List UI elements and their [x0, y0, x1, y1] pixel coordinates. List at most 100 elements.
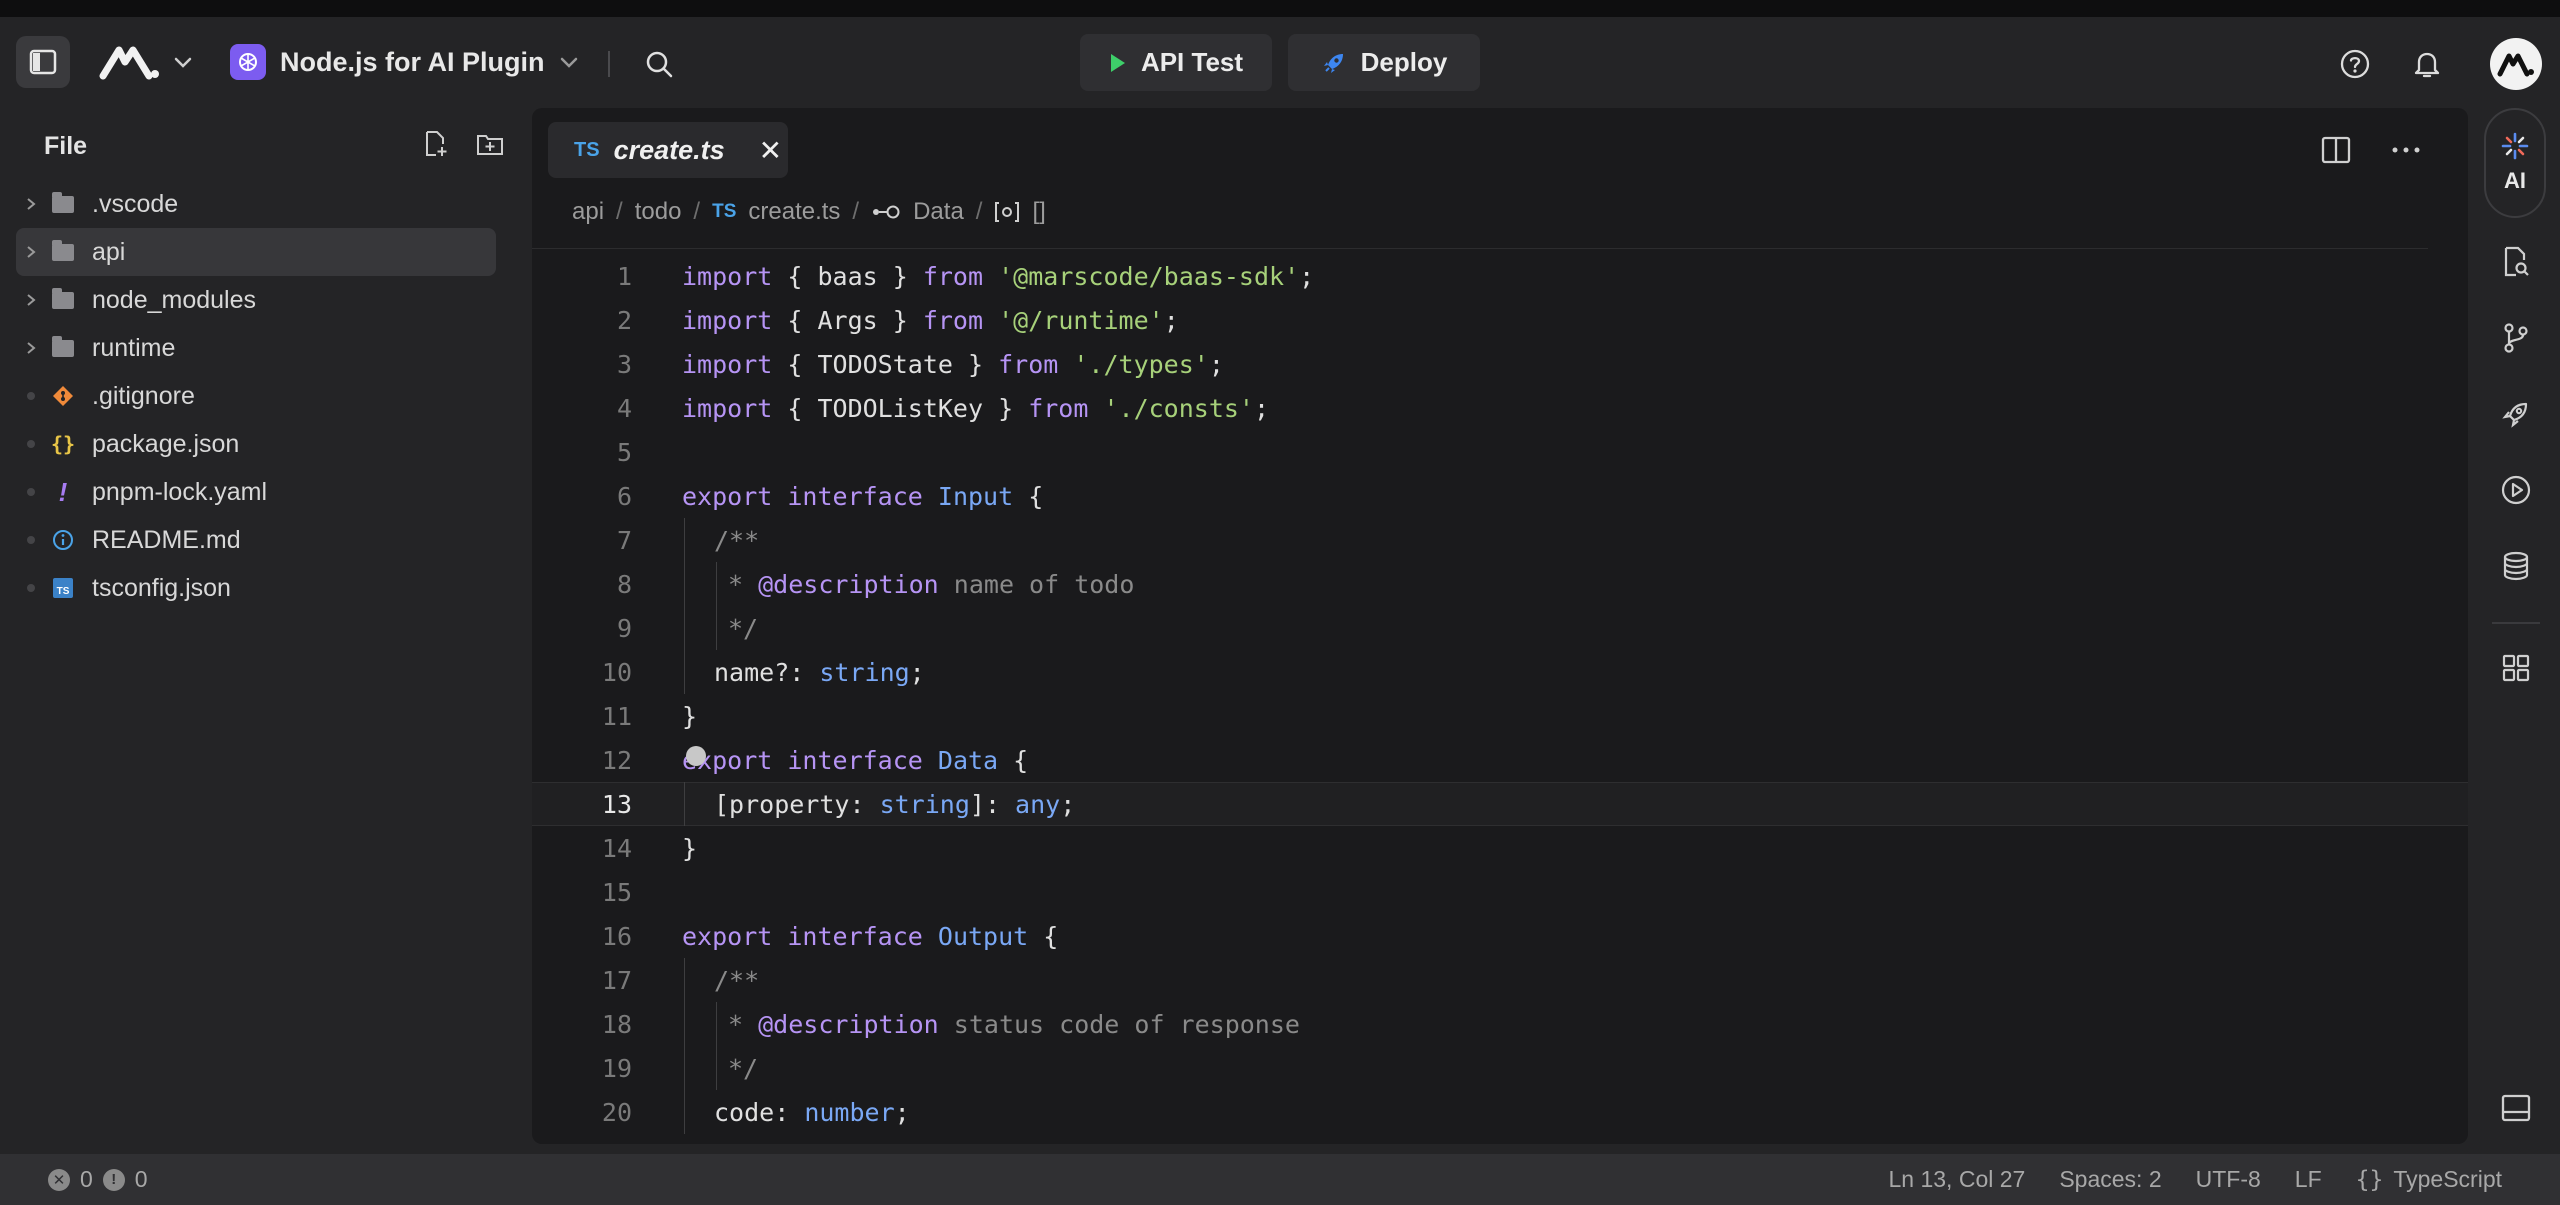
code-line: 1 import { baas } from '@marscode/baas-s… — [532, 254, 2468, 298]
header-divider — [608, 51, 610, 77]
tree-item-api[interactable]: api — [16, 228, 496, 276]
tree-item-pnpm-lock[interactable]: ! pnpm-lock.yaml — [16, 468, 496, 516]
tree-item-label: node_modules — [92, 285, 257, 314]
line-number: 7 — [616, 525, 632, 555]
breadcrumb-item[interactable]: create.ts — [748, 198, 840, 226]
language-label: TypeScript — [2393, 1166, 2502, 1192]
sidebar-toggle-button[interactable] — [16, 36, 70, 88]
code-text: import { TODOState } from './types'; — [682, 349, 1224, 379]
line-number: 10 — [601, 657, 632, 687]
code-area[interactable]: 1 import { baas } from '@marscode/baas-s… — [532, 254, 2468, 1134]
code-line: 18 * @description status code of respons… — [532, 1002, 2468, 1046]
file-search-button[interactable] — [2496, 242, 2536, 282]
run-panel-button[interactable] — [2496, 470, 2536, 510]
tree-item-label: README.md — [92, 525, 241, 554]
tree-item-label: .vscode — [92, 189, 179, 218]
tree-item-node-modules[interactable]: node_modules — [16, 276, 496, 324]
ts-badge: TS — [712, 201, 737, 222]
breadcrumb-item[interactable]: Data — [913, 198, 964, 226]
database-button[interactable] — [2496, 546, 2536, 586]
user-avatar[interactable] — [2490, 38, 2542, 90]
deploy-panel-button[interactable] — [2496, 394, 2536, 434]
new-folder-icon — [477, 135, 503, 155]
close-icon[interactable]: ✕ — [759, 134, 782, 167]
top-header: Node.js for AI Plugin API Test Deploy — [0, 17, 2560, 108]
tree-item-tsconfig[interactable]: TS tsconfig.json — [16, 564, 496, 612]
code-line: 8 * @description name of todo — [532, 562, 2468, 606]
error-count: 0 — [80, 1166, 93, 1192]
help-button[interactable] — [2332, 41, 2378, 87]
ellipsis-icon — [2392, 147, 2420, 153]
code-line: 10 name?: string; — [532, 650, 2468, 694]
indent-guide — [716, 562, 717, 606]
search-button[interactable] — [636, 41, 682, 87]
tree-item-gitignore[interactable]: .gitignore — [16, 372, 496, 420]
lightbulb-icon[interactable] — [686, 746, 706, 766]
api-test-button[interactable]: API Test — [1080, 34, 1272, 91]
breadcrumb-separator: / — [852, 198, 860, 225]
breadcrumb-item[interactable]: [] — [1032, 198, 1045, 226]
bullet-icon — [16, 392, 46, 400]
code-editor: TS create.ts ✕ api / todo / TS create.ts… — [532, 108, 2468, 1144]
indent-guide — [684, 1090, 685, 1134]
tree-item-label: api — [92, 237, 126, 266]
deploy-button[interactable]: Deploy — [1288, 34, 1480, 91]
line-number: 20 — [601, 1097, 632, 1127]
more-actions-button[interactable] — [2386, 130, 2426, 170]
new-file-button[interactable] — [418, 126, 454, 162]
cursor-position[interactable]: Ln 13, Col 27 — [1889, 1166, 2026, 1193]
line-ending[interactable]: LF — [2295, 1166, 2322, 1193]
json-icon: {} — [50, 432, 76, 456]
tree-item-readme[interactable]: README.md — [16, 516, 496, 564]
ai-label: AI — [2504, 168, 2526, 193]
tree-item-vscode[interactable]: .vscode — [16, 180, 496, 228]
problems-indicator[interactable]: ✕ 0 ! 0 — [48, 1166, 148, 1193]
code-line: 20 code: number; — [532, 1090, 2468, 1134]
breadcrumb-item[interactable]: todo — [635, 198, 682, 226]
code-text: */ — [728, 613, 759, 643]
indentation[interactable]: Spaces: 2 — [2059, 1166, 2161, 1193]
chevron-down-icon — [174, 57, 192, 68]
code-text: * @description status code of response — [728, 1009, 1300, 1039]
indent-guide — [716, 1046, 717, 1090]
code-text: * @description name of todo — [728, 569, 1135, 599]
play-circle-icon — [2501, 475, 2531, 505]
new-folder-button[interactable] — [472, 126, 508, 162]
line-number: 12 — [601, 745, 632, 775]
folder-icon — [46, 191, 80, 213]
language-mode[interactable]: {} TypeScript — [2356, 1166, 2502, 1193]
help-circle-icon — [2340, 49, 2370, 79]
line-number: 13 — [601, 789, 632, 819]
encoding[interactable]: UTF-8 — [2196, 1166, 2261, 1193]
code-line: 2 import { Args } from '@/runtime'; — [532, 298, 2468, 342]
code-line: 17 /** — [532, 958, 2468, 1002]
ai-assistant-button[interactable]: AI — [2484, 108, 2546, 218]
warning-count: 0 — [134, 1166, 148, 1192]
warning-icon: ! — [102, 1168, 125, 1191]
chevron-right-icon — [16, 340, 46, 356]
tree-item-package-json[interactable]: {} package.json — [16, 420, 496, 468]
project-selector[interactable]: Node.js for AI Plugin — [230, 39, 579, 85]
extensions-button[interactable] — [2496, 648, 2536, 688]
indent-guide — [684, 650, 685, 694]
tree-item-runtime[interactable]: runtime — [16, 324, 496, 372]
info-icon — [46, 529, 80, 551]
indent-guide — [684, 1046, 685, 1090]
toggle-panel-button[interactable] — [2496, 1088, 2536, 1128]
source-control-button[interactable] — [2496, 318, 2536, 358]
notifications-button[interactable] — [2404, 41, 2450, 87]
breadcrumb-divider — [532, 248, 2428, 249]
line-number: 8 — [616, 569, 632, 599]
yaml-icon: ! — [58, 476, 68, 507]
code-text: [property: string]: any; — [714, 789, 1076, 819]
split-editor-button[interactable] — [2316, 130, 2356, 170]
file-tree: .vscode api node_modules runtime .gitign… — [16, 180, 496, 612]
status-right: Ln 13, Col 27 Spaces: 2 UTF-8 LF {} Type… — [1889, 1166, 2503, 1193]
rocket-icon — [1323, 53, 1343, 73]
line-number: 15 — [601, 877, 632, 907]
editor-tab-create-ts[interactable]: TS create.ts ✕ — [548, 122, 788, 178]
brand-menu[interactable] — [92, 41, 200, 83]
breadcrumb-item[interactable]: api — [572, 198, 604, 226]
indent-guide — [684, 782, 685, 826]
code-text: name?: string; — [714, 657, 925, 687]
